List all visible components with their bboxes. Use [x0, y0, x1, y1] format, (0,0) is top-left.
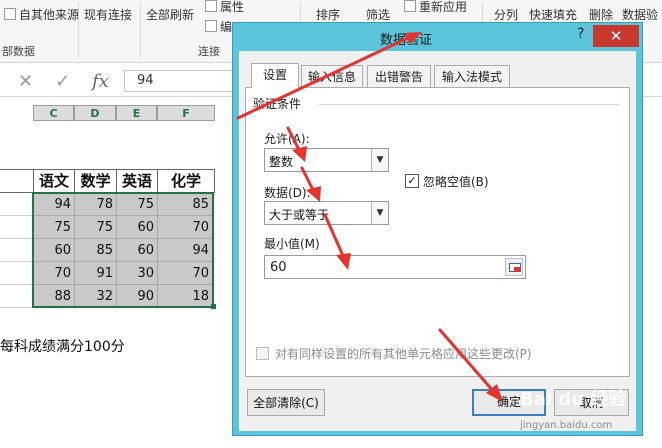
score-note: 每科成绩满分100分	[0, 339, 125, 355]
dialog-body: 设置 输入信息 出错警告 输入法模式 验证条件 允许(A): 整数 ▼ ✓ 忽略…	[239, 51, 636, 431]
ribbon-reapply[interactable]: 重新应用	[404, 0, 467, 15]
insert-function-icon[interactable]: fx	[92, 71, 109, 92]
grid-line	[214, 170, 215, 192]
ribbon-refresh-all[interactable]: 全部刷新	[146, 6, 194, 23]
ribbon-remove-duplicates[interactable]: 删除	[589, 6, 613, 23]
ribbon-from-other-sources[interactable]: 自其他来源	[4, 6, 79, 23]
ribbon-properties[interactable]: 属性	[205, 0, 244, 15]
enter-icon[interactable]: ✓	[55, 71, 70, 92]
apply-all-checkbox[interactable]	[256, 347, 269, 360]
properties-icon	[205, 0, 217, 12]
header-cell-math[interactable]: 数学	[75, 170, 116, 192]
ribbon-filter[interactable]: 筛选	[366, 6, 390, 23]
fill-handle[interactable]	[211, 304, 216, 309]
header-cell-english[interactable]: 英语	[117, 170, 157, 192]
cell-selection	[32, 192, 214, 308]
header-cell-chinese[interactable]: 语文	[34, 170, 74, 192]
ribbon-group-external-data: 部数据	[2, 45, 35, 58]
allow-select[interactable]: 整数 ▼	[264, 148, 389, 172]
help-icon[interactable]: ?	[577, 26, 584, 42]
allow-value: 整数	[269, 155, 294, 169]
minimum-label: 最小值(M)	[264, 237, 320, 251]
watermark-logo: Bai du 经验	[520, 389, 627, 410]
source-icon	[4, 8, 16, 20]
minimum-value: 60	[270, 260, 287, 275]
grid-line	[0, 284, 33, 285]
minimum-input[interactable]: 60	[264, 255, 526, 279]
close-button[interactable]: ✕	[593, 25, 639, 47]
allow-label: 允许(A):	[264, 132, 310, 146]
tab-input-message[interactable]: 输入信息	[301, 65, 363, 88]
apply-all-label: 对有同样设置的所有其他单元格应用这些更改(P)	[275, 347, 532, 361]
watermark-url: jingyan.baidu.com	[520, 420, 613, 431]
column-header-e[interactable]: E	[116, 105, 157, 121]
grid-line	[0, 238, 33, 239]
group-divider	[319, 104, 619, 105]
data-value: 大于或等于	[269, 208, 330, 222]
ribbon-existing-connections[interactable]: 现有连接	[84, 6, 132, 23]
grid-line	[0, 261, 33, 262]
validation-criteria-label: 验证条件	[253, 97, 302, 111]
reapply-icon	[404, 0, 416, 12]
column-header-d[interactable]: D	[74, 105, 116, 121]
chevron-down-icon: ▼	[371, 202, 388, 224]
ribbon-text-to-columns[interactable]: 分列	[494, 6, 518, 23]
edit-links-icon	[205, 20, 217, 32]
column-header-f[interactable]: F	[157, 105, 215, 121]
ribbon-separator	[78, 2, 79, 58]
ribbon-group-connections: 连接	[198, 45, 220, 58]
clear-all-button[interactable]: 全部清除(C)	[247, 389, 325, 416]
cancel-icon[interactable]: ✕	[18, 71, 33, 92]
ribbon-flash-fill[interactable]: 快速填充	[529, 6, 577, 23]
ignore-blank-label: 忽略空值(B)	[423, 175, 489, 189]
dialog-title: 数据验证	[380, 33, 433, 48]
ribbon-sort[interactable]: 排序	[316, 6, 340, 23]
chevron-down-icon: ▼	[371, 149, 388, 171]
data-validation-dialog: 数据验证 ? ✕ 设置 输入信息 出错警告 输入法模式 验证条件 允许(A): …	[232, 22, 643, 436]
data-select[interactable]: 大于或等于 ▼	[264, 201, 389, 225]
close-icon: ✕	[609, 27, 623, 45]
ribbon-separator	[140, 2, 141, 58]
tab-settings[interactable]: 设置	[251, 63, 299, 88]
data-label: 数据(D):	[264, 186, 311, 200]
range-select-icon[interactable]	[505, 258, 523, 276]
ribbon-edit-links[interactable]: 编	[205, 18, 232, 35]
ribbon-data-validation[interactable]: 数据验	[622, 6, 658, 23]
ignore-blank-checkbox[interactable]: ✓	[405, 174, 419, 188]
tab-ime-mode[interactable]: 输入法模式	[434, 65, 510, 88]
grid-line	[0, 215, 33, 216]
tab-error-alert[interactable]: 出错警告	[367, 65, 431, 88]
header-cell-chemistry[interactable]: 化学	[158, 170, 214, 192]
grid-line	[0, 307, 33, 308]
column-header-c[interactable]: C	[33, 105, 74, 121]
